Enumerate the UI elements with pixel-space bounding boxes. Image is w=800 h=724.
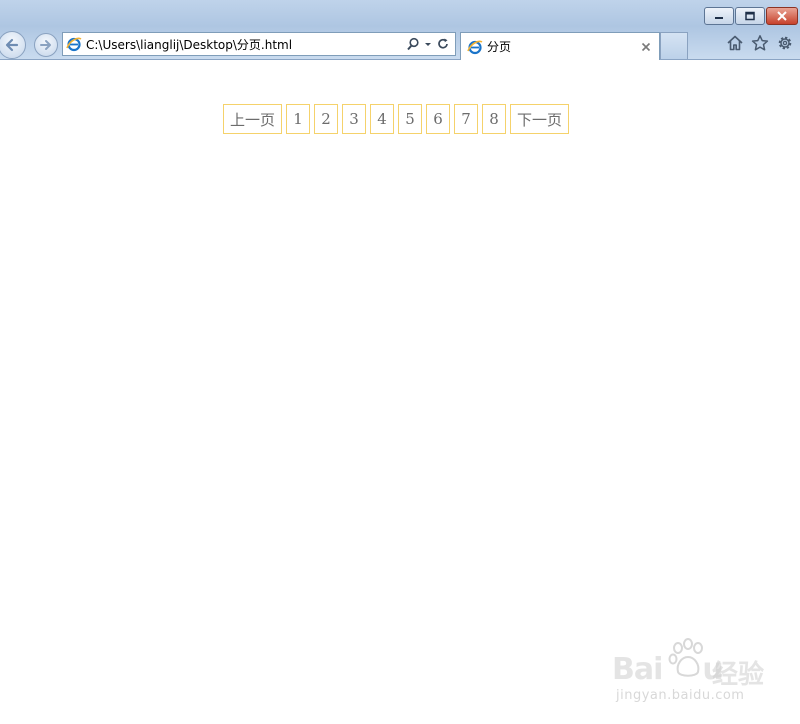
forward-button[interactable]: [34, 33, 58, 57]
favorites-star-icon: [751, 35, 769, 51]
maximize-icon: [745, 11, 755, 21]
minimize-icon: [715, 17, 723, 19]
refresh-icon[interactable]: [436, 37, 450, 51]
watermark-brand-cn: 经验: [712, 660, 765, 690]
watermark-site: jingyan.baidu.com: [616, 688, 745, 703]
tab-close-icon: [641, 42, 651, 51]
settings-gear-icon: [778, 36, 792, 50]
page-link-3[interactable]: 3: [342, 104, 366, 134]
pagination: 上一页 1 2 3 4 5 6 7 8 下一页: [0, 104, 792, 134]
page-link-6[interactable]: 6: [426, 104, 450, 134]
page-link-7[interactable]: 7: [454, 104, 478, 134]
close-window-button[interactable]: [766, 7, 798, 25]
new-tab-button[interactable]: [660, 32, 688, 59]
tab-active[interactable]: 分页: [460, 32, 660, 60]
search-icon[interactable]: [406, 37, 420, 51]
home-button[interactable]: [726, 34, 744, 52]
command-icons: [726, 34, 794, 52]
window-close-icon: [777, 11, 787, 21]
next-page-link[interactable]: 下一页: [510, 104, 570, 134]
paw-logo-icon: [668, 638, 703, 677]
page-link-1[interactable]: 1: [286, 104, 310, 134]
tools-button[interactable]: [776, 34, 794, 52]
address-tools: [406, 37, 450, 51]
back-icon: [5, 38, 19, 52]
ie-favicon: [467, 40, 483, 54]
address-bar[interactable]: C:\Users\lianglij\Desktop\分页.html: [62, 32, 456, 56]
tab-close-button[interactable]: [639, 40, 653, 54]
home-icon: [727, 35, 743, 51]
prev-page-link[interactable]: 上一页: [222, 104, 282, 134]
page-link-2[interactable]: 2: [314, 104, 338, 134]
address-url[interactable]: C:\Users\lianglij\Desktop\分页.html: [86, 36, 406, 53]
maximize-button[interactable]: [735, 7, 765, 25]
page-link-5[interactable]: 5: [398, 104, 422, 134]
baidu-jingyan-watermark: Bai u 经验 jingyan.baidu.com: [612, 636, 772, 708]
ie-favicon: [66, 37, 82, 52]
favorites-button[interactable]: [751, 34, 769, 52]
forward-icon: [40, 40, 51, 50]
back-button[interactable]: [0, 31, 26, 59]
minimize-button[interactable]: [704, 7, 734, 25]
page-link-4[interactable]: 4: [370, 104, 394, 134]
window-controls: [704, 7, 798, 25]
tab-title: 分页: [487, 40, 512, 54]
browser-chrome: C:\Users\lianglij\Desktop\分页.html 分页: [0, 0, 800, 60]
page-link-8[interactable]: 8: [482, 104, 506, 134]
dropdown-icon[interactable]: [424, 37, 432, 51]
